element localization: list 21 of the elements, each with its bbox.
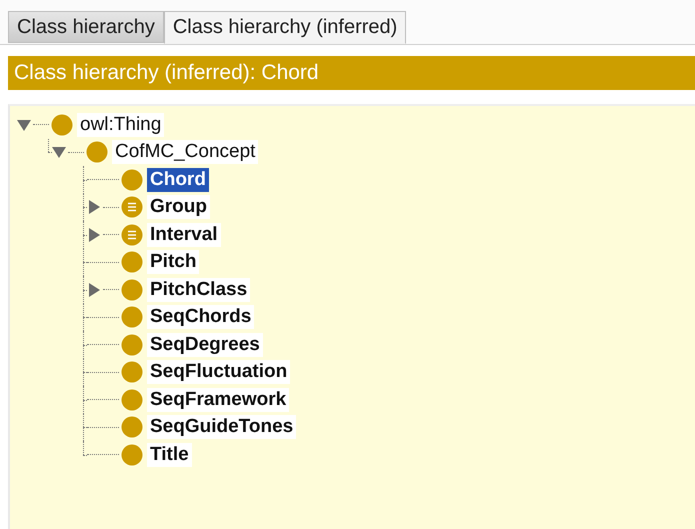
tree-item[interactable]: Chord [147, 168, 209, 192]
expand-icon[interactable] [87, 200, 101, 214]
tree-item[interactable]: PitchClass [147, 278, 250, 302]
tab[interactable]: Class hierarchy [8, 11, 164, 43]
tree-item[interactable]: Interval [147, 222, 221, 247]
expand-icon[interactable] [87, 282, 101, 297]
tree-item[interactable]: Group [147, 195, 210, 220]
collapse-icon[interactable] [17, 118, 31, 132]
tree-item[interactable]: SeqDegrees [147, 332, 263, 357]
collapse-icon[interactable] [52, 145, 66, 160]
tree-item[interactable]: SeqFramework [147, 388, 290, 412]
tree-item[interactable]: Pitch [147, 250, 200, 274]
tree-item[interactable]: owl:Thing [77, 112, 164, 137]
tab[interactable]: Class hierarchy (inferred) [164, 11, 406, 44]
tree-item[interactable]: SeqChords [147, 305, 254, 330]
tree-item[interactable]: SeqGuideTones [147, 415, 296, 440]
tree-item[interactable]: Title [147, 442, 192, 467]
tree-item[interactable]: CofMC_Concept [112, 140, 258, 164]
panel-title: Class hierarchy (inferred): Chord [14, 61, 319, 85]
expand-icon[interactable] [87, 228, 101, 242]
tree-item[interactable]: SeqFluctuation [147, 360, 290, 384]
